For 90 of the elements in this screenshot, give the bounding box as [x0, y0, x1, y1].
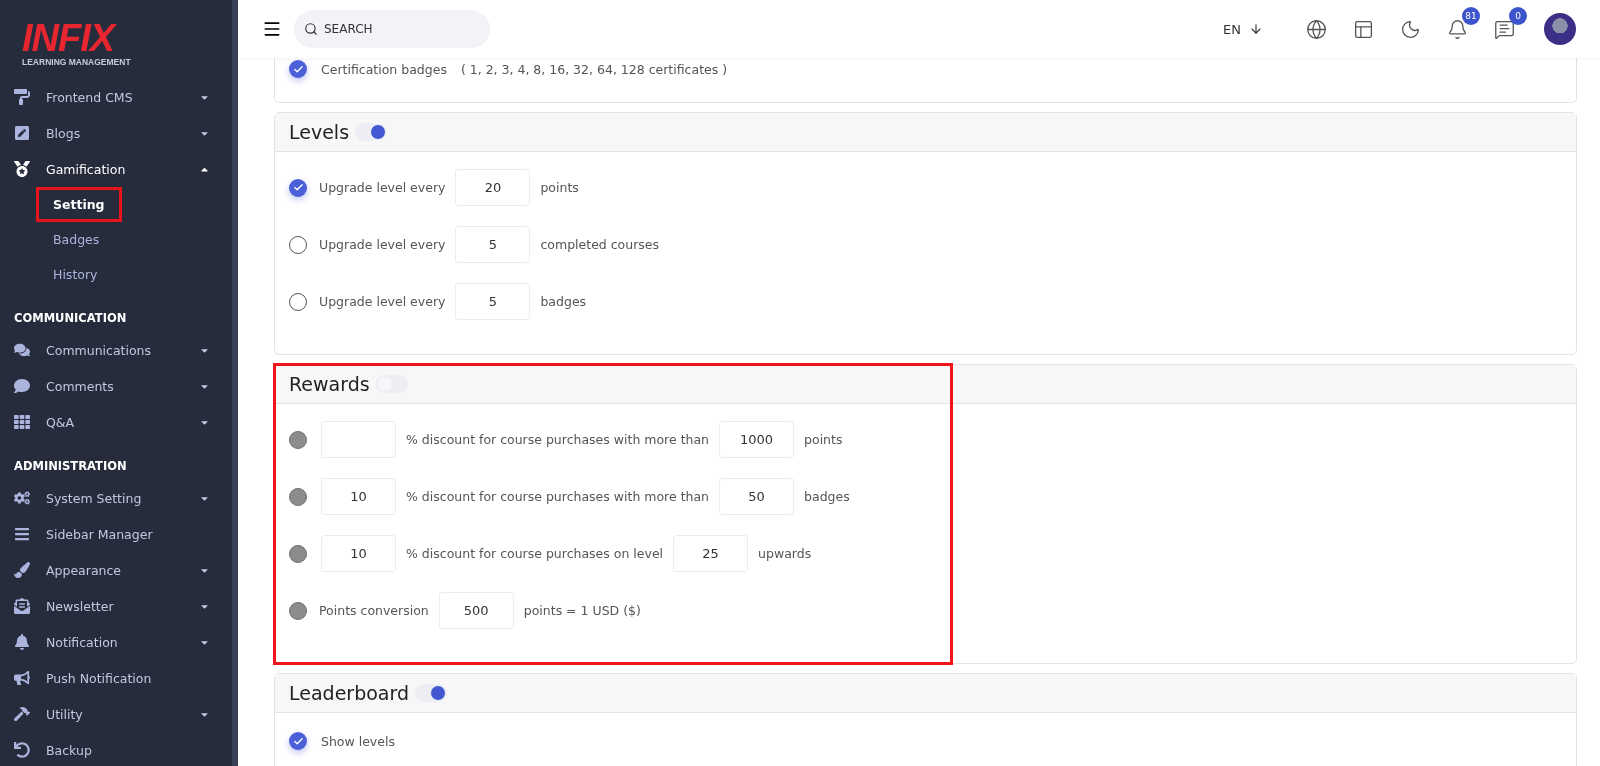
- hammer-icon: [14, 706, 30, 722]
- section-title: Levels: [289, 121, 350, 143]
- sidebar-item[interactable]: Push Notification: [0, 660, 232, 696]
- sidebar-item[interactable]: Comments: [0, 368, 232, 404]
- section-title: Rewards: [289, 373, 370, 395]
- option-text: % discount for course purchases with more than: [406, 489, 710, 504]
- arrow-down-icon: [1249, 22, 1263, 36]
- sidebar-item[interactable]: Gamification: [0, 151, 232, 187]
- sidebar-heading: COMMUNICATION: [13, 310, 128, 327]
- sidebar-item[interactable]: Notification: [0, 624, 232, 660]
- number-field[interactable]: 50: [719, 478, 795, 515]
- bell-icon: [14, 634, 30, 650]
- undo-icon: [14, 742, 30, 758]
- option-text: badges: [540, 294, 587, 309]
- globe-icon[interactable]: [1306, 18, 1327, 40]
- language-selector[interactable]: EN: [1219, 17, 1267, 41]
- option-text: points: [540, 180, 579, 195]
- option-text: % discount for course purchases on level: [406, 546, 664, 561]
- radio-button[interactable]: [289, 178, 307, 197]
- sidebar-item[interactable]: Communications: [0, 332, 232, 368]
- sidebar-item[interactable]: Backup: [0, 732, 232, 766]
- message-count: 0: [1509, 6, 1527, 25]
- number-field[interactable]: 25: [673, 535, 749, 572]
- radio-button[interactable]: [289, 544, 307, 563]
- option-text: completed courses: [540, 237, 660, 252]
- radio-button[interactable]: [289, 235, 307, 254]
- moon-icon[interactable]: [1400, 18, 1421, 40]
- check-icon: [292, 63, 304, 75]
- layout-icon[interactable]: [1353, 18, 1374, 40]
- search-icon: [304, 22, 318, 36]
- grid-icon: [14, 414, 30, 430]
- option-text: badges: [804, 489, 850, 504]
- check-icon: [292, 182, 304, 193]
- sidebar-item[interactable]: Blogs: [0, 115, 232, 151]
- logo-wordmark: INFIX: [22, 20, 115, 56]
- radio-button[interactable]: [289, 430, 307, 449]
- option-text: upwards: [758, 546, 812, 561]
- option-label: Certification badges: [321, 61, 447, 77]
- logo-tagline: LEARNING MANAGEMENT: [22, 57, 131, 67]
- option-text: points: [804, 432, 843, 447]
- number-field[interactable]: 1000: [719, 421, 795, 458]
- sidebar-item[interactable]: System Setting: [0, 480, 232, 516]
- option-label: Show levels: [321, 733, 395, 749]
- radio-button[interactable]: [289, 601, 307, 620]
- submenu-item[interactable]: History: [36, 257, 115, 292]
- toggle-switch[interactable]: [355, 123, 388, 141]
- sidebar-heading: ADMINISTRATION: [13, 458, 128, 475]
- option-text: points = 1 USD ($): [523, 603, 641, 618]
- option-text: Upgrade level every: [319, 294, 446, 309]
- sidebar-item[interactable]: Frontend CMS: [0, 79, 232, 115]
- bell-icon[interactable]: [1447, 18, 1468, 40]
- option-note: ( 1, 2, 3, 4, 8, 16, 32, 64, 128 certificates ): [460, 61, 728, 77]
- option-text: Upgrade level every: [319, 237, 446, 252]
- gears-icon: [14, 490, 30, 506]
- radio-button[interactable]: [289, 60, 307, 78]
- chat-bubbles-icon: [14, 342, 30, 358]
- submenu-item[interactable]: Setting: [36, 187, 122, 222]
- section-title: Leaderboard: [289, 682, 409, 704]
- paint-roller-icon: [14, 89, 30, 105]
- chat-bubble-icon: [14, 378, 30, 394]
- sidebar-item[interactable]: Appearance: [0, 552, 232, 588]
- sidebar-item[interactable]: Q&A: [0, 404, 232, 440]
- option-text: % discount for course purchases with more than: [406, 432, 710, 447]
- option-text: Points conversion: [319, 603, 429, 618]
- radio-button[interactable]: [289, 292, 307, 311]
- number-field[interactable]: 5: [455, 283, 531, 320]
- bars-icon: [14, 526, 30, 542]
- search-field[interactable]: SEARCH: [294, 10, 490, 48]
- number-field[interactable]: 10: [321, 478, 396, 515]
- number-field[interactable]: 5: [455, 226, 531, 263]
- number-field[interactable]: 20: [455, 169, 531, 206]
- sidebar-item[interactable]: Sidebar Manager: [0, 516, 232, 552]
- medal-icon: [14, 161, 30, 177]
- notification-count: 81: [1462, 6, 1480, 25]
- menu-icon[interactable]: [262, 19, 282, 39]
- message-icon[interactable]: [1494, 18, 1515, 40]
- number-field[interactable]: 500: [438, 592, 514, 629]
- toggle-switch[interactable]: [415, 684, 447, 702]
- megaphone-icon: [14, 670, 30, 686]
- submenu-item[interactable]: Badges: [36, 222, 117, 257]
- radio-button[interactable]: [289, 732, 307, 750]
- avatar[interactable]: [1544, 13, 1576, 45]
- number-field[interactable]: 10: [321, 535, 396, 572]
- sidebar-item[interactable]: Newsletter: [0, 588, 232, 624]
- check-icon: [292, 735, 304, 747]
- paintbrush-icon: [14, 562, 30, 578]
- sidebar-item[interactable]: Utility: [0, 696, 232, 732]
- option-text: Upgrade level every: [319, 180, 446, 195]
- envelope-icon: [14, 598, 30, 614]
- radio-button[interactable]: [289, 487, 307, 506]
